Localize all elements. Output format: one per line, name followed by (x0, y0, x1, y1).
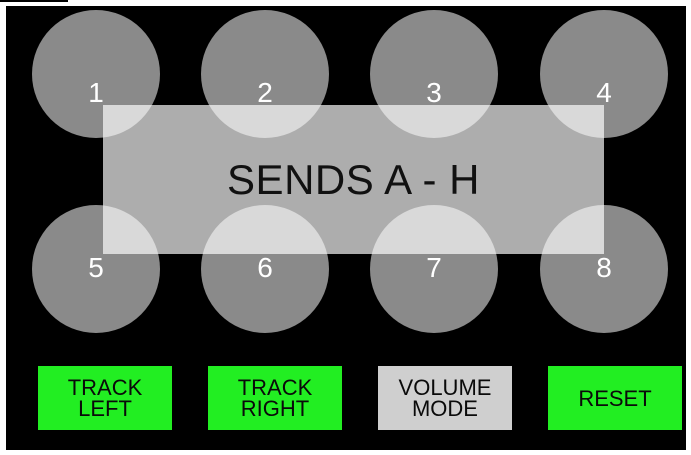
top-edge-line (0, 0, 68, 2)
track-right-label: TRACK RIGHT (237, 375, 313, 421)
reset-button[interactable]: RESET (548, 366, 682, 430)
track-left-label: TRACK LEFT (67, 375, 143, 421)
controller-panel: 1 2 3 4 5 6 7 8 SENDS A - H TRACK LEFT T… (6, 6, 686, 450)
track-right-button[interactable]: TRACK RIGHT (208, 366, 342, 430)
pad-2-label: 2 (257, 77, 273, 108)
volume-mode-button[interactable]: VOLUME MODE (378, 366, 512, 430)
pad-4-label: 4 (596, 77, 612, 108)
pad-7-label: 7 (426, 252, 442, 283)
pad-1-label: 1 (88, 77, 104, 108)
mode-overlay: SENDS A - H (103, 105, 604, 254)
pad-5-label: 5 (88, 252, 104, 283)
pad-3-label: 3 (426, 77, 442, 108)
reset-label: RESET (578, 385, 652, 411)
pad-8-label: 8 (596, 252, 612, 283)
mode-overlay-label: SENDS A - H (227, 155, 480, 203)
pad-6-label: 6 (257, 252, 273, 283)
track-left-button[interactable]: TRACK LEFT (38, 366, 172, 430)
volume-mode-label: VOLUME MODE (398, 375, 492, 421)
